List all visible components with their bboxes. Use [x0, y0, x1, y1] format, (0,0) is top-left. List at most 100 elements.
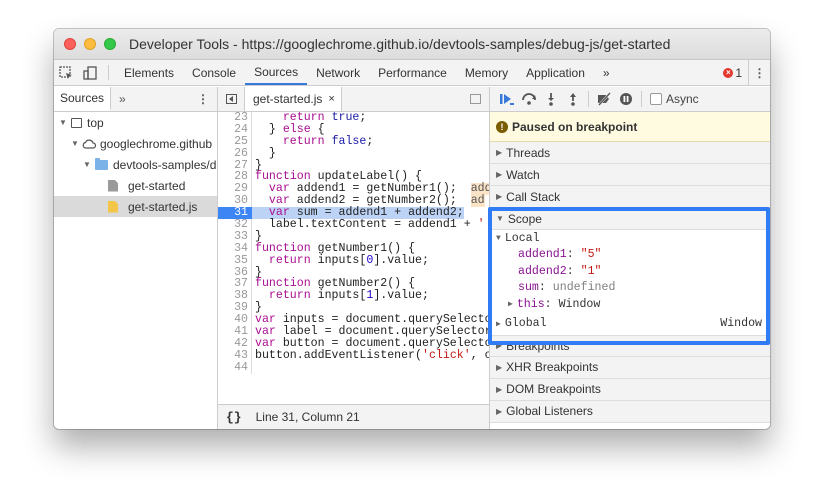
- scope-var-addend2[interactable]: addend2: "1": [490, 263, 770, 280]
- pause-on-exceptions-icon[interactable]: [615, 88, 637, 110]
- scope-var-sum[interactable]: sum: undefined: [490, 280, 770, 297]
- tab-application[interactable]: Application: [517, 60, 594, 85]
- collapsed-arrow-icon: ▶: [496, 148, 503, 157]
- error-icon: ×: [723, 67, 734, 78]
- close-window-button[interactable]: [64, 38, 76, 50]
- frame-icon: [71, 117, 82, 128]
- folder-icon: [95, 157, 108, 170]
- code-line[interactable]: 35 return inputs[0].value;: [218, 253, 489, 267]
- pane-xhr-breakpoints[interactable]: ▶ XHR Breakpoints: [490, 356, 770, 379]
- error-counter[interactable]: × 1: [717, 60, 748, 85]
- pane-call-stack[interactable]: ▶ Call Stack: [490, 186, 770, 208]
- code-line[interactable]: 25 return false;: [218, 134, 489, 148]
- scope-this[interactable]: ▶ this: Window: [490, 296, 770, 313]
- editor-file-tab[interactable]: get-started.js ×: [245, 87, 342, 111]
- line-number[interactable]: 35: [218, 254, 252, 267]
- async-checkbox[interactable]: Async: [650, 92, 699, 106]
- line-number[interactable]: 24: [218, 123, 252, 136]
- code-line[interactable]: 44: [218, 361, 489, 374]
- customize-menu-icon[interactable]: ⋮: [748, 60, 770, 85]
- debugger-toolbar: Async: [490, 87, 770, 112]
- tree-item-file-html[interactable]: get-started: [54, 175, 217, 196]
- deactivate-breakpoints-icon[interactable]: [593, 88, 615, 110]
- error-count: 1: [735, 65, 742, 80]
- title-bar: Developer Tools - https://googlechrome.g…: [54, 29, 770, 60]
- checkbox-icon[interactable]: [650, 93, 662, 105]
- code-text: return false;: [282, 134, 374, 148]
- collapsed-arrow-icon: ▶: [496, 384, 503, 394]
- line-number[interactable]: 26: [218, 147, 252, 160]
- code-text: return inputs[0].value;: [268, 253, 429, 267]
- cursor-position: Line 31, Column 21: [255, 410, 360, 424]
- line-number[interactable]: 44: [218, 361, 252, 374]
- info-icon: !: [496, 120, 508, 133]
- pane-scope[interactable]: ▼ Scope: [490, 208, 770, 230]
- inspect-element-icon[interactable]: [54, 60, 78, 85]
- tree-item-domain[interactable]: ▼ googlechrome.github: [54, 133, 217, 154]
- tab-console[interactable]: Console: [183, 60, 245, 85]
- code-line[interactable]: 34 function getNumber1() {: [218, 242, 489, 255]
- pane-dom-breakpoints[interactable]: ▶ DOM Breakpoints: [490, 378, 770, 401]
- device-toolbar-icon[interactable]: [78, 60, 102, 85]
- code-line[interactable]: 43button.addEventListener('click', o: [218, 348, 489, 362]
- tree-item-folder[interactable]: ▼ devtools-samples/d: [54, 154, 217, 175]
- step-into-icon[interactable]: [540, 88, 562, 110]
- tab-elements[interactable]: Elements: [115, 60, 183, 85]
- collapsed-arrow-icon: ▶: [496, 192, 503, 201]
- line-number[interactable]: 43: [218, 349, 252, 362]
- step-out-icon[interactable]: [562, 88, 584, 110]
- toolbar-divider: [108, 65, 109, 80]
- navigator-header: Sources » ⋮: [54, 87, 217, 112]
- window-title: Developer Tools - https://googlechrome.g…: [129, 36, 671, 52]
- navigator-tab-sources[interactable]: Sources: [54, 87, 112, 111]
- window-controls: [64, 38, 116, 50]
- cloud-icon: [82, 139, 96, 149]
- scope-var-addend1[interactable]: addend1: "5": [490, 247, 770, 264]
- expand-arrow-icon: ▼: [71, 139, 79, 148]
- line-number[interactable]: 25: [218, 135, 252, 148]
- collapsed-arrow-icon: ▶: [508, 300, 513, 310]
- collapsed-arrow-icon: ▶: [496, 406, 503, 416]
- line-number[interactable]: 33: [218, 231, 252, 243]
- pane-watch[interactable]: ▶ Watch: [490, 164, 770, 186]
- code-line[interactable]: 26 }: [218, 146, 489, 160]
- pane-global-listeners[interactable]: ▶ Global Listeners: [490, 400, 770, 423]
- editor-header: get-started.js ×: [218, 87, 489, 112]
- main-tab-bar: Elements Console Sources Network Perform…: [54, 60, 770, 86]
- navigator-menu-icon[interactable]: ⋮: [197, 92, 217, 106]
- tab-sources[interactable]: Sources: [245, 60, 308, 85]
- js-file-icon: [108, 200, 118, 213]
- tab-memory[interactable]: Memory: [456, 60, 517, 85]
- pretty-print-button[interactable]: {}: [226, 410, 242, 425]
- code-text: }: [255, 146, 276, 160]
- zoom-window-button[interactable]: [104, 38, 116, 50]
- toggle-debugger-icon[interactable]: [470, 94, 481, 104]
- scope-local[interactable]: ▼ Local: [490, 230, 770, 247]
- toggle-navigator-icon[interactable]: [218, 87, 245, 111]
- scope-global[interactable]: ▶ Global Window: [490, 313, 770, 335]
- tab-performance[interactable]: Performance: [369, 60, 456, 85]
- line-number[interactable]: 34: [218, 242, 252, 255]
- expand-arrow-icon: ▼: [59, 118, 67, 127]
- collapsed-arrow-icon: ▶: [496, 170, 503, 179]
- expanded-arrow-icon: ▼: [496, 233, 501, 243]
- resume-icon[interactable]: [496, 88, 518, 110]
- expand-arrow-icon: ▼: [83, 160, 91, 169]
- code-text: label.textContent = addend1 + ': [255, 218, 485, 232]
- code-area[interactable]: 23 return true; 24 } else {25 return fals…: [218, 112, 489, 404]
- pane-threads[interactable]: ▶ Threads: [490, 142, 770, 164]
- navigator-more-button[interactable]: »: [111, 92, 134, 106]
- pane-breakpoints[interactable]: ▶ Breakpoints: [490, 334, 770, 357]
- code-text: button.addEventListener('click', o: [255, 348, 489, 362]
- collapsed-arrow-icon: ▶: [496, 341, 503, 350]
- inline-value: ad: [470, 194, 485, 208]
- more-tabs-button[interactable]: »: [594, 60, 619, 85]
- tree-item-file-js[interactable]: get-started.js: [54, 196, 217, 217]
- tree-item-top[interactable]: ▼ top: [54, 112, 217, 133]
- minimize-window-button[interactable]: [84, 38, 96, 50]
- step-over-icon[interactable]: [518, 88, 540, 110]
- close-tab-icon[interactable]: ×: [328, 93, 334, 105]
- tab-network[interactable]: Network: [307, 60, 369, 85]
- collapsed-arrow-icon: ▶: [496, 362, 503, 372]
